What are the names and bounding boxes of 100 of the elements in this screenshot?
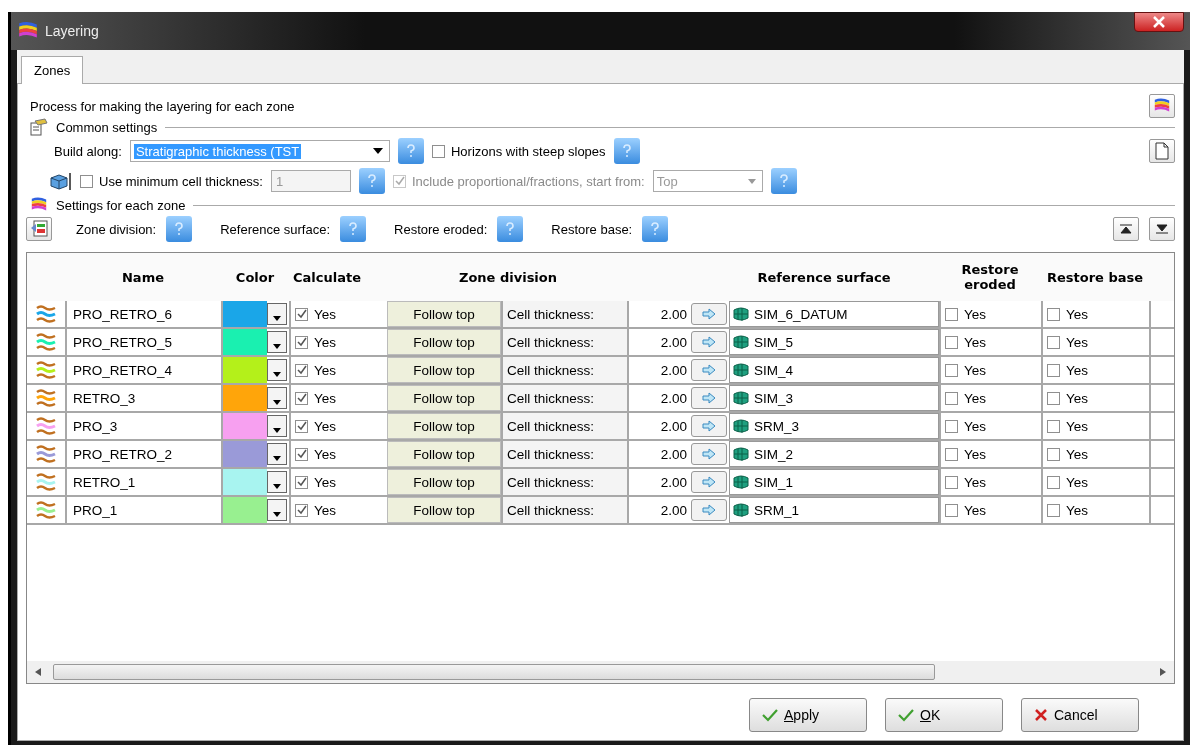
checkbox-label: Yes (964, 418, 987, 434)
help-button[interactable] (340, 216, 367, 242)
dropdown-button[interactable] (267, 387, 287, 409)
follow-top-button[interactable]: Follow top (387, 357, 501, 383)
dropdown-button[interactable] (267, 415, 287, 437)
checkbox-label: Yes (1066, 418, 1089, 434)
dropdown-button[interactable] (267, 303, 287, 325)
arrow-icon (702, 364, 716, 376)
table-cell: 2.00 (627, 357, 689, 383)
arrow-icon (702, 308, 716, 320)
checkbox[interactable] (431, 144, 445, 158)
move-bottom-button[interactable] (1149, 217, 1175, 241)
ok-button[interactable]: OK (885, 698, 1003, 732)
follow-top-button[interactable]: Follow top (387, 469, 501, 495)
checkbox[interactable] (295, 419, 308, 433)
arrow-icon (702, 504, 716, 516)
checkbox[interactable] (295, 503, 308, 517)
dropdown-button[interactable] (267, 499, 287, 521)
help-button[interactable] (397, 138, 424, 164)
color-swatch[interactable] (223, 301, 267, 327)
checkbox[interactable] (1047, 475, 1060, 489)
help-icon (365, 173, 379, 189)
color-swatch[interactable] (223, 469, 267, 495)
arrow-button[interactable] (691, 303, 727, 325)
arrow-button[interactable] (691, 471, 727, 493)
follow-top-button[interactable]: Follow top (387, 441, 501, 467)
checkbox[interactable] (1047, 419, 1060, 433)
table-cell: Cell thickness: (501, 469, 627, 495)
follow-top-button[interactable]: Follow top (387, 301, 501, 327)
move-top-button[interactable] (1113, 217, 1139, 241)
help-button[interactable] (770, 168, 797, 194)
follow-top-button[interactable]: Follow top (387, 497, 501, 523)
checkbox[interactable] (295, 363, 308, 377)
check-icon (898, 708, 914, 722)
close-button[interactable] (1134, 12, 1184, 32)
help-button[interactable] (497, 216, 524, 242)
checkbox[interactable] (295, 307, 308, 321)
scroll-right-icon[interactable] (1160, 668, 1166, 676)
checkbox[interactable] (295, 447, 308, 461)
help-button[interactable] (642, 216, 669, 242)
checkbox[interactable] (945, 419, 958, 433)
dropdown-button[interactable] (267, 331, 287, 353)
column-header: Restore eroded (960, 262, 1020, 292)
dropdown-button[interactable] (267, 359, 287, 381)
checkbox[interactable] (945, 391, 958, 405)
follow-top-button[interactable]: Follow top (387, 329, 501, 355)
checkbox[interactable] (1047, 363, 1060, 377)
arrow-icon (702, 336, 716, 348)
color-swatch[interactable] (223, 329, 267, 355)
arrow-button[interactable] (691, 387, 727, 409)
tab[interactable]: Zones (21, 56, 84, 84)
color-swatch[interactable] (223, 413, 267, 439)
dropdown-button[interactable] (267, 443, 287, 465)
arrow-icon (702, 420, 716, 432)
checkbox[interactable] (945, 307, 958, 321)
checkbox[interactable] (295, 391, 308, 405)
arrow-button[interactable] (691, 443, 727, 465)
table-cell: Cell thickness: (501, 385, 627, 411)
checkbox[interactable] (1047, 503, 1060, 517)
color-swatch[interactable] (223, 441, 267, 467)
apply-button[interactable]: Apply (749, 698, 867, 732)
window-title: Layering (45, 23, 100, 39)
checkbox[interactable] (295, 335, 308, 349)
checkbox[interactable] (80, 174, 93, 188)
scroll-left-icon[interactable] (35, 668, 41, 676)
scrollbar-thumb[interactable] (53, 664, 935, 680)
checkbox-label: Yes (314, 390, 337, 406)
checkbox[interactable] (1047, 335, 1060, 349)
table-cell: Cell thickness: (501, 357, 627, 383)
dropdown-icon (273, 456, 281, 461)
layers-button[interactable] (1149, 94, 1175, 118)
checkbox[interactable] (945, 475, 958, 489)
checkbox-label: Yes (964, 474, 987, 490)
arrow-button[interactable] (691, 415, 727, 437)
color-swatch[interactable] (223, 357, 267, 383)
color-swatch[interactable] (223, 497, 267, 523)
checkbox[interactable] (1047, 307, 1060, 321)
new-document-button[interactable] (1149, 139, 1175, 163)
arrow-button[interactable] (691, 331, 727, 353)
checkbox[interactable] (945, 363, 958, 377)
follow-top-button[interactable]: Follow top (387, 413, 501, 439)
checkbox[interactable] (1047, 447, 1060, 461)
checkbox[interactable] (945, 503, 958, 517)
follow-top-button[interactable]: Follow top (387, 385, 501, 411)
cancel-button[interactable]: Cancel (1021, 698, 1139, 732)
arrow-button[interactable] (691, 499, 727, 521)
help-button[interactable] (613, 138, 640, 164)
help-button[interactable] (359, 168, 385, 194)
checkbox-label: Yes (314, 362, 337, 378)
dropdown-icon (273, 400, 281, 405)
checkbox[interactable] (945, 335, 958, 349)
dropdown-icon (273, 372, 281, 377)
checkbox[interactable] (1047, 391, 1060, 405)
table-button[interactable] (26, 217, 52, 241)
arrow-button[interactable] (691, 359, 727, 381)
help-button[interactable] (166, 216, 193, 242)
checkbox[interactable] (945, 447, 958, 461)
dropdown-button[interactable] (267, 471, 287, 493)
checkbox[interactable] (295, 475, 308, 489)
color-swatch[interactable] (223, 385, 267, 411)
